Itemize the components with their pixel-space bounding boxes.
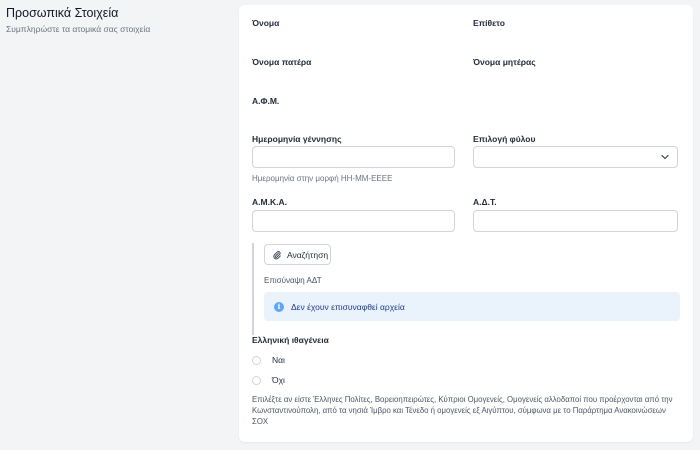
section-header: Προσωπικά Στοιχεία Συμπληρώστε τα ατομικ… — [6, 5, 226, 35]
chevron-down-icon — [661, 154, 669, 160]
upload-label: Επισύναψη ΑΔΤ — [264, 276, 322, 285]
nationality-description: Επιλέξτε αν είστε Έλληνες Πολίτες, Βορει… — [252, 395, 673, 427]
no-files-alert: i Δεν έχουν επισυναφθεί αρχεία — [264, 292, 680, 321]
birth-date-label: Ημερομηνία γέννησης — [252, 134, 342, 144]
mother-name-label: Όνομα μητέρας — [473, 57, 536, 67]
afm-label: Α.Φ.Μ. — [252, 96, 280, 106]
adt-label: Α.Δ.Τ. — [473, 197, 497, 207]
first-name-label: Όνομα — [252, 18, 280, 28]
birth-date-hint: Ημερομηνία στην μορφή ΗΗ-ΜΜ-ΕΕΕΕ — [252, 174, 393, 183]
personal-info-card: Όνομα Επίθετο Όνομα πατέρα Όνομα μητέρας… — [239, 5, 693, 442]
radio-yes[interactable] — [252, 355, 261, 365]
paperclip-icon — [273, 250, 281, 259]
radio-no-label: Όχι — [272, 375, 285, 385]
amka-label: Α.Μ.Κ.Α. — [252, 197, 287, 207]
radio-no[interactable] — [252, 375, 261, 385]
nationality-option-yes[interactable]: Ναι — [252, 355, 285, 365]
birth-date-input[interactable] — [252, 146, 455, 168]
gender-select[interactable] — [473, 146, 678, 168]
info-icon: i — [274, 301, 284, 312]
attach-button-label: Αναζήτηση — [287, 249, 329, 260]
section-subtitle: Συμπληρώστε τα ατομικά σας στοιχεία — [6, 24, 151, 34]
radio-yes-label: Ναι — [272, 355, 285, 365]
nationality-option-no[interactable]: Όχι — [252, 375, 285, 385]
no-files-message: Δεν έχουν επισυναφθεί αρχεία — [291, 301, 405, 312]
last-name-label: Επίθετο — [473, 18, 505, 28]
attach-search-button[interactable]: Αναζήτηση — [264, 244, 331, 265]
adt-input[interactable] — [473, 210, 678, 232]
nationality-label: Ελληνική ιθαγένεια — [252, 335, 329, 345]
gender-label: Επιλογή φύλου — [473, 134, 536, 144]
father-name-label: Όνομα πατέρα — [252, 57, 312, 67]
amka-input[interactable] — [252, 210, 455, 232]
adt-upload-section: Αναζήτηση Επισύναψη ΑΔΤ i Δεν έχουν επισ… — [252, 243, 680, 335]
section-title: Προσωπικά Στοιχεία — [6, 6, 119, 20]
